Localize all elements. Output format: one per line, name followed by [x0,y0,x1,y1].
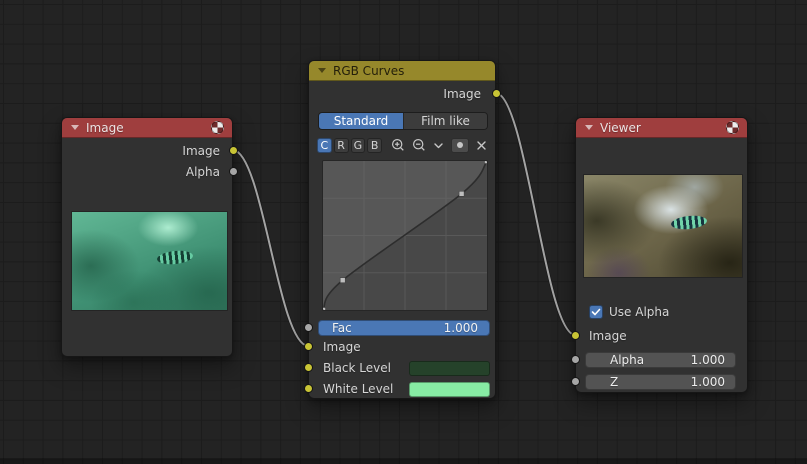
channel-button-g[interactable]: G [350,137,366,153]
input-label-image: Image [323,340,361,354]
collapse-arrow-icon[interactable] [585,125,593,130]
alpha-field[interactable]: Alpha 1.000 [585,352,736,368]
tone-mode-tabs: Standard Film like [318,112,488,130]
channel-button-r[interactable]: R [333,137,349,153]
fish-in-preview [156,249,194,267]
viewer-node-header[interactable]: Viewer [576,118,747,138]
alpha-label: Alpha [610,353,645,367]
input-label-white-level: White Level [323,382,394,396]
use-alpha-checkbox[interactable] [589,305,603,319]
link-image-to-curves-shadow [232,148,309,348]
chevron-down-icon[interactable] [433,140,444,151]
alpha-value: 1.000 [690,353,725,367]
fac-label: Fac [332,321,352,335]
image-node[interactable]: Image Image Alpha [61,117,238,357]
output-label-alpha: Alpha [185,165,220,179]
clipping-dot-icon [457,142,463,148]
channel-button-c[interactable]: C [317,137,332,153]
image-node-header[interactable]: Image [62,118,232,138]
node-title: Viewer [600,120,641,135]
checkmark-icon [591,308,601,316]
channel-row: C R G B [317,137,487,153]
input-socket-image[interactable] [303,341,313,351]
use-alpha-label: Use Alpha [609,305,670,319]
input-socket-white-level[interactable] [303,384,313,393]
zoom-out-icon[interactable] [412,138,426,152]
input-socket-z[interactable] [570,376,580,386]
curve-toolbar [384,137,487,153]
output-label-image: Image [443,87,481,101]
clipping-options-button[interactable] [451,137,469,153]
rgb-curves-node-header[interactable]: RGB Curves [309,61,495,81]
z-field[interactable]: Z 1.000 [585,374,736,390]
white-level-swatch[interactable] [409,382,490,397]
fac-value: 1.000 [443,321,478,335]
curve-editor[interactable] [322,160,488,311]
input-socket-image[interactable] [570,330,580,340]
viewer-preview [583,174,743,278]
curve-plot [323,161,487,310]
fish-in-preview [670,213,708,231]
collapse-arrow-icon[interactable] [318,68,326,73]
rgb-curves-node[interactable]: RGB Curves Image Standard Film like C R … [303,60,501,399]
link-curves-to-viewer[interactable] [495,92,576,336]
node-title: RGB Curves [333,63,405,78]
output-socket-alpha[interactable] [228,166,238,176]
input-socket-alpha[interactable] [570,354,580,364]
output-label-image: Image [182,144,220,158]
node-editor-canvas[interactable]: Image Image Alpha RGB Curves Image Stand… [0,0,807,464]
sphere-icon [726,121,739,134]
collapse-arrow-icon[interactable] [71,125,79,130]
zoom-in-icon[interactable] [391,138,405,152]
input-label-image: Image [589,329,627,343]
black-level-swatch[interactable] [409,361,490,376]
z-label: Z [610,375,619,389]
tab-film-like[interactable]: Film like [403,113,487,129]
input-socket-fac[interactable] [303,322,313,332]
viewer-node[interactable]: Viewer Use Alpha Image Alpha 1.000 Z 1.0… [570,117,748,393]
channel-button-b[interactable]: B [367,137,382,153]
link-image-to-curves[interactable] [232,149,309,347]
image-preview [71,211,228,311]
node-title: Image [86,120,124,135]
link-curves-to-viewer-shadow [495,91,576,337]
output-socket-image[interactable] [228,145,238,155]
z-value: 1.000 [690,375,725,389]
fac-slider[interactable]: Fac 1.000 [318,320,490,336]
tab-standard[interactable]: Standard [319,113,403,129]
input-label-black-level: Black Level [323,361,391,375]
output-socket-image[interactable] [491,88,501,98]
input-socket-black-level[interactable] [303,363,313,372]
delete-point-icon[interactable] [476,140,487,151]
canvas-edge-shade [0,458,807,464]
sphere-icon [211,121,224,134]
